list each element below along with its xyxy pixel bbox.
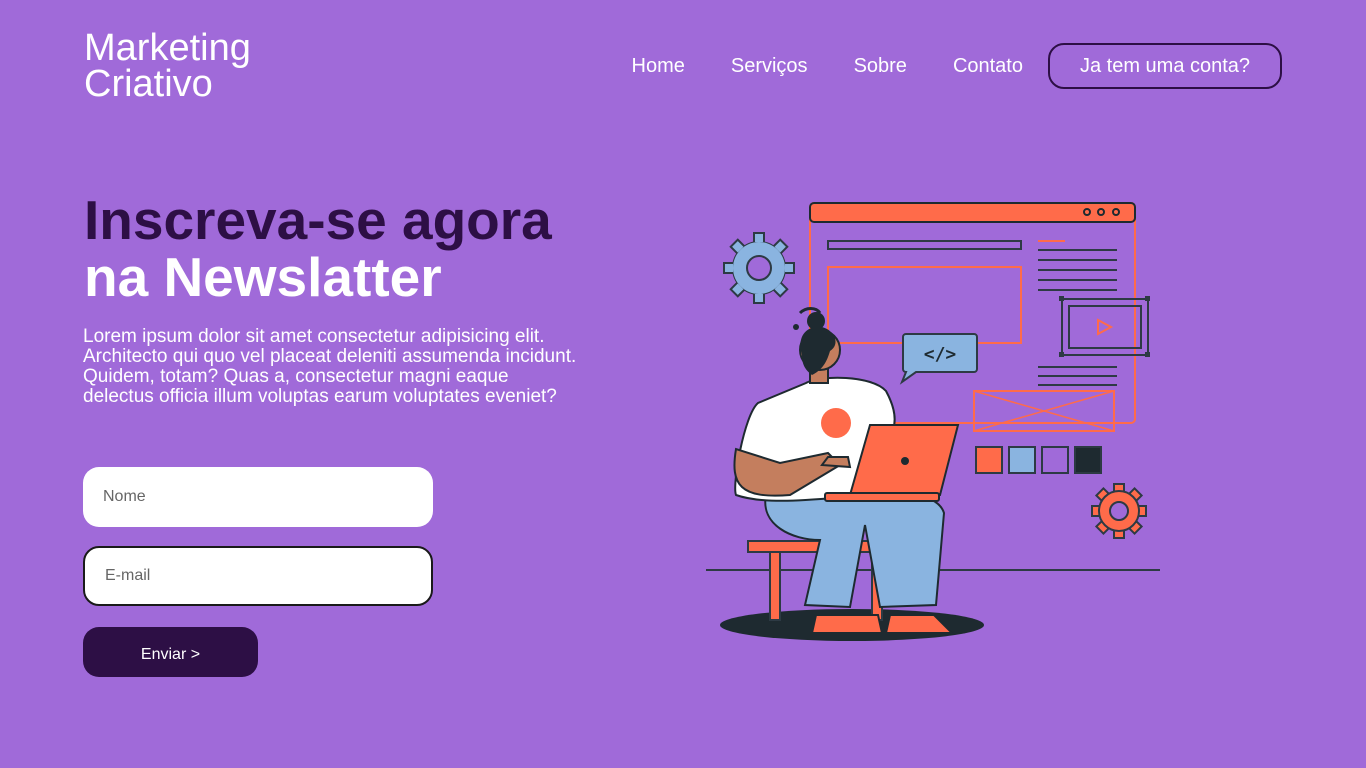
logo-line-2: Criativo bbox=[84, 63, 213, 105]
nav-contato[interactable]: Contato bbox=[953, 55, 1023, 78]
image-placeholder-icon bbox=[973, 390, 1115, 432]
login-button[interactable]: Ja tem uma conta? bbox=[1048, 43, 1282, 89]
name-input[interactable] bbox=[83, 467, 433, 527]
hero-title: Inscreva-se agora na Newslatter bbox=[84, 192, 552, 306]
hero-title-line-1: Inscreva-se agora bbox=[84, 189, 552, 251]
hero-description: Lorem ipsum dolor sit amet consectetur a… bbox=[83, 326, 577, 407]
video-player-icon bbox=[1059, 296, 1150, 357]
hero-title-line-2: na Newslatter bbox=[84, 246, 442, 308]
main-nav: Home Serviços Sobre Contato Ja tem uma c… bbox=[632, 43, 1282, 89]
logo-line-1: Marketing bbox=[84, 27, 251, 69]
newsletter-illustration: </> bbox=[706, 202, 1160, 641]
logo[interactable]: Marketing Criativo bbox=[84, 27, 251, 105]
submit-button[interactable]: Enviar > bbox=[83, 627, 258, 677]
color-swatches bbox=[975, 446, 1102, 474]
gear-icon bbox=[1091, 483, 1147, 539]
code-bubble-icon: </> bbox=[899, 333, 978, 385]
email-input[interactable] bbox=[83, 546, 433, 606]
nav-home[interactable]: Home bbox=[632, 55, 685, 78]
gear-icon bbox=[723, 232, 795, 304]
nav-sobre[interactable]: Sobre bbox=[854, 55, 907, 78]
code-tag: </> bbox=[924, 344, 957, 365]
nav-servicos[interactable]: Serviços bbox=[731, 55, 808, 78]
